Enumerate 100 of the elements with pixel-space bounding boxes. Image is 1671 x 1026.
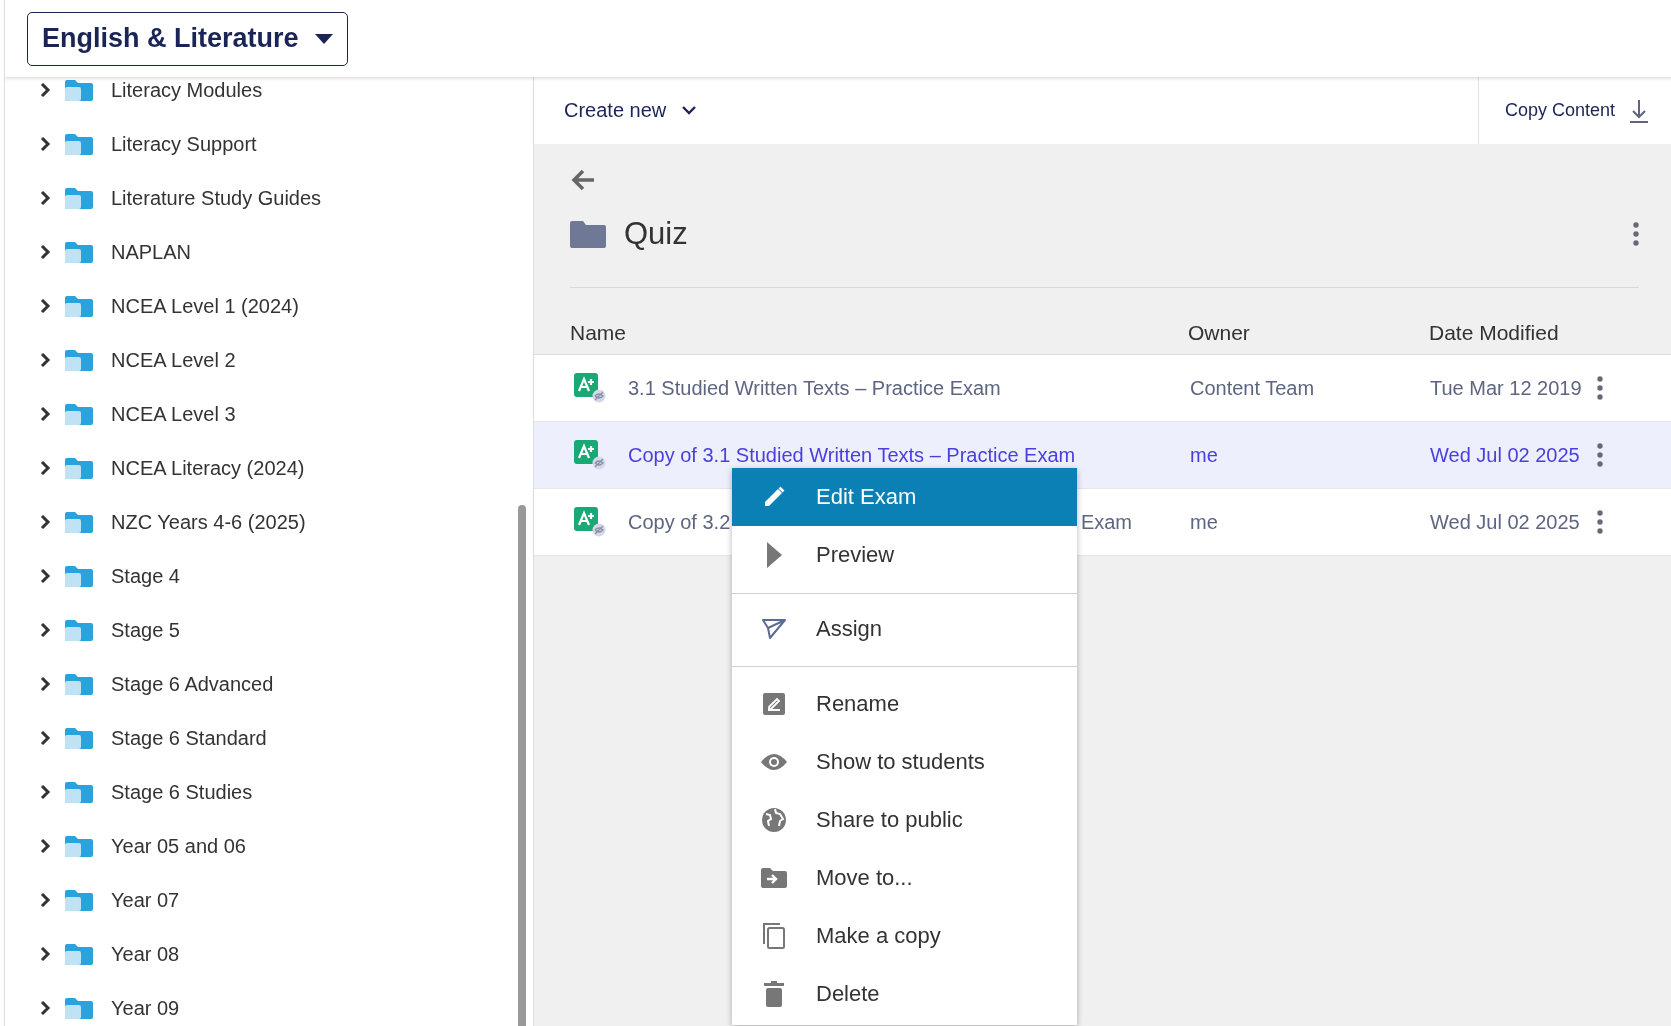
create-new-button[interactable]: Create new (534, 77, 727, 144)
column-header[interactable]: Owner (1188, 321, 1429, 345)
more-icon (1633, 222, 1639, 246)
expand-toggle[interactable] (39, 351, 53, 369)
menu-item[interactable]: Make a copy (732, 907, 1077, 965)
folder-name[interactable]: NAPLAN (111, 240, 192, 264)
folder-icon (65, 835, 93, 857)
menu-item[interactable]: Edit Exam (732, 468, 1077, 526)
folder-icon (65, 457, 93, 479)
expand-toggle[interactable] (39, 891, 53, 909)
caret-down-icon (314, 33, 333, 44)
expand-toggle[interactable] (39, 243, 53, 261)
expand-toggle[interactable] (39, 567, 53, 585)
folder-name[interactable]: NCEA Literacy (2024) (111, 456, 305, 480)
file-row[interactable]: Copy of 3.1 Studied Written Texts – Practice Exam me Wed Jul 02 2025 (534, 422, 1671, 489)
chevron-right-icon (39, 461, 51, 475)
chevron-right-icon (39, 83, 51, 97)
folder-name[interactable]: Year 05 and 06 (111, 834, 246, 858)
chevron-right-icon (39, 1001, 51, 1015)
expand-toggle[interactable] (39, 189, 53, 207)
menu-item[interactable]: Move to... (732, 849, 1077, 907)
subject-dropdown[interactable]: English & Literature (27, 11, 348, 66)
expand-toggle[interactable] (39, 297, 53, 315)
file-name[interactable]: Exam (1080, 510, 1132, 534)
menu-item[interactable]: Share to public (732, 791, 1077, 849)
folder-icon (65, 79, 93, 101)
folder-name[interactable]: Year 08 (111, 942, 180, 966)
expand-toggle[interactable] (39, 621, 53, 639)
date-cell-text: Tue Mar 12 2019 (1430, 376, 1583, 400)
eye-icon (760, 753, 788, 771)
chevron-right-icon (39, 407, 51, 421)
folder-icon (65, 781, 93, 803)
folder-name[interactable]: Literacy Support (111, 132, 257, 156)
download-icon (1629, 98, 1649, 123)
folder-icon (65, 133, 93, 155)
chevron-right-icon (39, 947, 51, 961)
exam-icon (574, 440, 606, 470)
folder-name[interactable]: Literature Study Guides (111, 186, 322, 210)
folder-name[interactable]: Literacy Modules (111, 78, 263, 102)
folder-icon (65, 403, 93, 425)
edit-icon (762, 692, 786, 716)
folder-name[interactable]: Stage 6 Standard (111, 726, 267, 750)
folder-icon (65, 619, 93, 641)
expand-toggle[interactable] (39, 513, 53, 531)
folder-name[interactable]: NZC Years 4-6 (2025) (111, 510, 306, 534)
expand-toggle[interactable] (39, 783, 53, 801)
file-name[interactable]: 3.1 Studied Written Texts – Practice Exam (628, 376, 1001, 400)
expand-toggle[interactable] (39, 405, 53, 423)
owner-cell-text: Content Team (1190, 376, 1316, 400)
back-arrow-icon (571, 168, 595, 191)
folder-name[interactable]: Stage 6 Advanced (111, 672, 274, 696)
folder-name[interactable]: Year 07 (111, 888, 180, 912)
folder-icon (65, 511, 93, 533)
expand-toggle[interactable] (39, 81, 53, 99)
expand-toggle[interactable] (39, 135, 53, 153)
expand-toggle[interactable] (39, 675, 53, 693)
scrollbar-thumb[interactable] (518, 505, 526, 1026)
folder-icon (65, 727, 93, 749)
menu-item[interactable]: Assign (732, 600, 1077, 658)
chevron-right-icon (39, 731, 51, 745)
folder-name[interactable]: NCEA Level 1 (2024) (111, 294, 299, 318)
folder-icon (65, 349, 93, 371)
more-icon (1597, 443, 1603, 467)
folder-name[interactable]: Year 09 (111, 996, 180, 1020)
folder-options-button[interactable] (1633, 222, 1639, 246)
copy-icon (762, 922, 786, 950)
exam-icon (574, 507, 606, 537)
folder-icon (65, 565, 93, 587)
folder-name[interactable]: Stage 6 Studies (111, 780, 253, 804)
expand-toggle[interactable] (39, 729, 53, 747)
pencil-icon (762, 485, 786, 509)
folder-icon (65, 187, 93, 209)
chevron-right-icon (39, 839, 51, 853)
menu-item[interactable]: Rename (732, 675, 1077, 733)
copy-content-button[interactable]: Copy Content (1477, 77, 1671, 144)
send-icon (761, 618, 787, 640)
date-cell-text: Wed Jul 02 2025 (1430, 510, 1581, 534)
file-row[interactable]: 3.1 Studied Written Texts – Practice Exam Content Team Tue Mar 12 2019 (534, 355, 1671, 422)
folder-icon (65, 673, 93, 695)
folder-name[interactable]: Stage 4 (111, 564, 180, 588)
folder-icon (65, 295, 93, 317)
expand-toggle[interactable] (39, 459, 53, 477)
file-name[interactable]: Copy of 3.1 Studied Written Texts – Practice Exam (628, 443, 1076, 467)
chevron-right-icon (39, 137, 51, 151)
expand-toggle[interactable] (39, 945, 53, 963)
column-header[interactable]: Date Modified (1429, 321, 1671, 345)
menu-item[interactable]: Show to students (732, 733, 1077, 791)
folder-name[interactable]: Stage 5 (111, 618, 180, 642)
menu-item[interactable]: Delete (732, 965, 1077, 1023)
folder-name[interactable]: NCEA Level 2 (111, 348, 236, 372)
globe-icon (761, 807, 787, 833)
folder-arrow-icon (761, 867, 787, 889)
expand-toggle[interactable] (39, 837, 53, 855)
expand-toggle[interactable] (39, 999, 53, 1017)
folder-name[interactable]: NCEA Level 3 (111, 402, 236, 426)
column-header[interactable]: Name (570, 321, 1188, 345)
file-name[interactable]: Copy of 3.2 (628, 510, 731, 534)
exam-icon (574, 373, 606, 403)
folder-icon (65, 943, 93, 965)
chevron-right-icon (39, 299, 51, 313)
